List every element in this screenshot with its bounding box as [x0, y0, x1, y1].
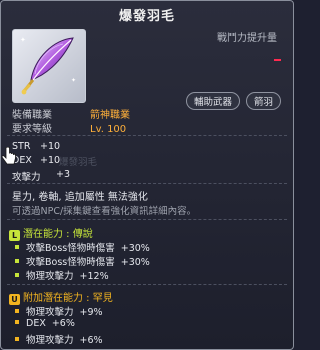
svg-text:✦: ✦: [20, 36, 26, 44]
additional-potential-line: 物理攻擊力 +9%: [15, 304, 103, 318]
required-level-row: 要求等級 Lv. 100: [12, 124, 127, 135]
feather-icon: ✦ ✦: [12, 29, 86, 103]
potential-line: 攻擊Boss怪物時傷害 +30%: [15, 240, 150, 254]
potential-header: L 潛在能力 : 傳說: [9, 225, 93, 241]
combat-power-indicator: [274, 59, 281, 61]
divider: [7, 183, 287, 184]
bullet-icon: [15, 245, 19, 249]
bullet-icon: [15, 259, 19, 263]
item-title: 爆發羽毛: [118, 9, 175, 24]
potential-line: 攻擊Boss怪物時傷害 +30%: [15, 254, 150, 268]
tag-arrow-feather: 箭羽: [245, 92, 281, 110]
bullet-icon: [15, 337, 19, 341]
bullet-icon: [15, 320, 19, 324]
svg-text:✦: ✦: [71, 77, 76, 84]
enhance-restriction-text: 星力, 卷軸, 追加屬性 無法強化: [12, 192, 148, 203]
stat-row: 攻擊力 +3: [12, 169, 71, 183]
item-tooltip: 爆發羽毛 戰鬥力提升量 ✦ ✦ 輔助武器 箭羽 裝備職業 箭神職業 要求等級 L…: [0, 0, 294, 350]
divider: [7, 284, 287, 285]
bullet-icon: [15, 309, 19, 313]
additional-potential-line: 物理攻擊力 +6%: [15, 332, 103, 346]
ghost-item-name: 爆發羽毛: [59, 157, 98, 168]
divider: [7, 135, 287, 136]
item-tags: 輔助武器 箭羽: [185, 92, 281, 110]
hand-cursor-icon: [1, 146, 17, 170]
combat-power-label: 戰鬥力提升量: [217, 33, 277, 44]
potential-line: 物理攻擊力 +12%: [15, 268, 109, 282]
divider: [7, 219, 287, 220]
tag-secondary-weapon: 輔助武器: [185, 92, 240, 110]
enhance-info-hint: 可透過NPC/採集鍵查看強化資訊詳細內容。: [12, 206, 197, 217]
bullet-icon: [15, 273, 19, 277]
additional-potential-header: U 附加潛在能力 : 罕見: [9, 289, 113, 305]
additional-potential-line: DEX +6%: [15, 318, 75, 329]
required-job-row: 裝備職業 箭神職業: [12, 110, 130, 121]
